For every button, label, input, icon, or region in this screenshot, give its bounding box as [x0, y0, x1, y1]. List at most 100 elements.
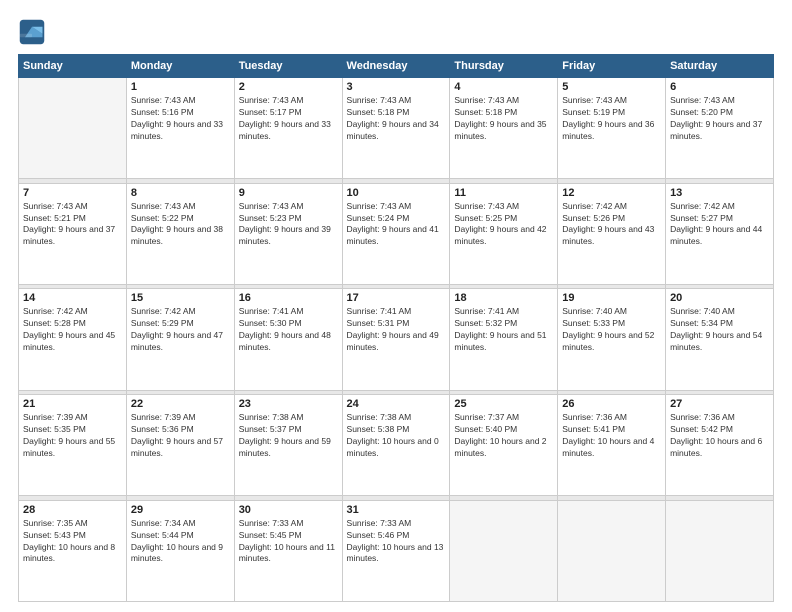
day-cell: 22 Sunrise: 7:39 AMSunset: 5:36 PMDayligh…: [126, 395, 234, 496]
day-number: 10: [347, 187, 446, 199]
calendar: SundayMondayTuesdayWednesdayThursdayFrid…: [18, 54, 774, 602]
day-number: 14: [23, 292, 122, 304]
weekday-header-thursday: Thursday: [450, 55, 558, 78]
day-info: Sunrise: 7:39 AMSunset: 5:36 PMDaylight:…: [131, 412, 230, 460]
day-cell: [666, 500, 774, 601]
day-info: Sunrise: 7:43 AMSunset: 5:18 PMDaylight:…: [347, 95, 446, 143]
day-cell: 24 Sunrise: 7:38 AMSunset: 5:38 PMDayligh…: [342, 395, 450, 496]
day-cell: 21Sunrise: 7:39 AMSunset: 5:35 PMDayligh…: [19, 395, 127, 496]
day-info: Sunrise: 7:40 AMSunset: 5:33 PMDaylight:…: [562, 306, 661, 354]
day-info: Sunrise: 7:42 AMSunset: 5:27 PMDaylight:…: [670, 201, 769, 249]
day-cell: 3 Sunrise: 7:43 AMSunset: 5:18 PMDaylight…: [342, 78, 450, 179]
day-info: Sunrise: 7:37 AMSunset: 5:40 PMDaylight:…: [454, 412, 553, 460]
day-cell: 2 Sunrise: 7:43 AMSunset: 5:17 PMDaylight…: [234, 78, 342, 179]
day-info: Sunrise: 7:33 AMSunset: 5:45 PMDaylight:…: [239, 518, 338, 566]
day-number: 27: [670, 398, 769, 410]
day-info: Sunrise: 7:35 AMSunset: 5:43 PMDaylight:…: [23, 518, 122, 566]
day-info: Sunrise: 7:41 AMSunset: 5:32 PMDaylight:…: [454, 306, 553, 354]
day-info: Sunrise: 7:43 AMSunset: 5:18 PMDaylight:…: [454, 95, 553, 143]
weekday-header-monday: Monday: [126, 55, 234, 78]
day-cell: 11 Sunrise: 7:43 AMSunset: 5:25 PMDayligh…: [450, 183, 558, 284]
day-info: Sunrise: 7:43 AMSunset: 5:25 PMDaylight:…: [454, 201, 553, 249]
day-number: 2: [239, 81, 338, 93]
day-info: Sunrise: 7:43 AMSunset: 5:24 PMDaylight:…: [347, 201, 446, 249]
weekday-header-row: SundayMondayTuesdayWednesdayThursdayFrid…: [19, 55, 774, 78]
day-cell: 31 Sunrise: 7:33 AMSunset: 5:46 PMDayligh…: [342, 500, 450, 601]
logo-icon: [18, 18, 46, 46]
day-cell: 17 Sunrise: 7:41 AMSunset: 5:31 PMDayligh…: [342, 289, 450, 390]
day-info: Sunrise: 7:34 AMSunset: 5:44 PMDaylight:…: [131, 518, 230, 566]
weekday-header-wednesday: Wednesday: [342, 55, 450, 78]
day-number: 26: [562, 398, 661, 410]
day-cell: 12Sunrise: 7:42 AMSunset: 5:26 PMDayligh…: [558, 183, 666, 284]
day-cell: 15 Sunrise: 7:42 AMSunset: 5:29 PMDayligh…: [126, 289, 234, 390]
week-row-1: 7 Sunrise: 7:43 AMSunset: 5:21 PMDaylight…: [19, 183, 774, 284]
day-cell: 13Sunrise: 7:42 AMSunset: 5:27 PMDayligh…: [666, 183, 774, 284]
day-info: Sunrise: 7:43 AMSunset: 5:17 PMDaylight:…: [239, 95, 338, 143]
day-number: 28: [23, 504, 122, 516]
day-info: Sunrise: 7:43 AMSunset: 5:16 PMDaylight:…: [131, 95, 230, 143]
day-number: 4: [454, 81, 553, 93]
day-info: Sunrise: 7:42 AMSunset: 5:29 PMDaylight:…: [131, 306, 230, 354]
day-info: Sunrise: 7:36 AMSunset: 5:42 PMDaylight:…: [670, 412, 769, 460]
day-number: 31: [347, 504, 446, 516]
weekday-header-sunday: Sunday: [19, 55, 127, 78]
weekday-header-saturday: Saturday: [666, 55, 774, 78]
day-number: 5: [562, 81, 661, 93]
week-row-3: 21Sunrise: 7:39 AMSunset: 5:35 PMDayligh…: [19, 395, 774, 496]
day-number: 29: [131, 504, 230, 516]
day-info: Sunrise: 7:41 AMSunset: 5:31 PMDaylight:…: [347, 306, 446, 354]
day-info: Sunrise: 7:42 AMSunset: 5:28 PMDaylight:…: [23, 306, 122, 354]
day-number: 30: [239, 504, 338, 516]
day-cell: 20 Sunrise: 7:40 AMSunset: 5:34 PMDayligh…: [666, 289, 774, 390]
day-number: 11: [454, 187, 553, 199]
day-cell: 26Sunrise: 7:36 AMSunset: 5:41 PMDayligh…: [558, 395, 666, 496]
day-cell: 1 Sunrise: 7:43 AMSunset: 5:16 PMDaylight…: [126, 78, 234, 179]
day-cell: 27 Sunrise: 7:36 AMSunset: 5:42 PMDayligh…: [666, 395, 774, 496]
week-row-0: 1 Sunrise: 7:43 AMSunset: 5:16 PMDaylight…: [19, 78, 774, 179]
day-number: 7: [23, 187, 122, 199]
day-info: Sunrise: 7:43 AMSunset: 5:21 PMDaylight:…: [23, 201, 122, 249]
day-cell: 8 Sunrise: 7:43 AMSunset: 5:22 PMDaylight…: [126, 183, 234, 284]
day-number: 22: [131, 398, 230, 410]
day-info: Sunrise: 7:33 AMSunset: 5:46 PMDaylight:…: [347, 518, 446, 566]
day-cell: [450, 500, 558, 601]
day-number: 20: [670, 292, 769, 304]
week-row-4: 28 Sunrise: 7:35 AMSunset: 5:43 PMDayligh…: [19, 500, 774, 601]
day-cell: 14 Sunrise: 7:42 AMSunset: 5:28 PMDayligh…: [19, 289, 127, 390]
day-cell: 25Sunrise: 7:37 AMSunset: 5:40 PMDayligh…: [450, 395, 558, 496]
weekday-header-tuesday: Tuesday: [234, 55, 342, 78]
day-cell: 10 Sunrise: 7:43 AMSunset: 5:24 PMDayligh…: [342, 183, 450, 284]
day-cell: 23 Sunrise: 7:38 AMSunset: 5:37 PMDayligh…: [234, 395, 342, 496]
day-info: Sunrise: 7:38 AMSunset: 5:38 PMDaylight:…: [347, 412, 446, 460]
day-cell: 7 Sunrise: 7:43 AMSunset: 5:21 PMDaylight…: [19, 183, 127, 284]
day-info: Sunrise: 7:43 AMSunset: 5:23 PMDaylight:…: [239, 201, 338, 249]
day-info: Sunrise: 7:39 AMSunset: 5:35 PMDaylight:…: [23, 412, 122, 460]
day-cell: 4 Sunrise: 7:43 AMSunset: 5:18 PMDaylight…: [450, 78, 558, 179]
day-info: Sunrise: 7:43 AMSunset: 5:22 PMDaylight:…: [131, 201, 230, 249]
day-info: Sunrise: 7:43 AMSunset: 5:20 PMDaylight:…: [670, 95, 769, 143]
day-cell: 9 Sunrise: 7:43 AMSunset: 5:23 PMDaylight…: [234, 183, 342, 284]
day-number: 1: [131, 81, 230, 93]
day-info: Sunrise: 7:43 AMSunset: 5:19 PMDaylight:…: [562, 95, 661, 143]
day-cell: [558, 500, 666, 601]
day-number: 9: [239, 187, 338, 199]
day-cell: [19, 78, 127, 179]
day-number: 23: [239, 398, 338, 410]
day-cell: 6Sunrise: 7:43 AMSunset: 5:20 PMDaylight…: [666, 78, 774, 179]
day-cell: 30 Sunrise: 7:33 AMSunset: 5:45 PMDayligh…: [234, 500, 342, 601]
day-number: 18: [454, 292, 553, 304]
day-number: 16: [239, 292, 338, 304]
day-number: 8: [131, 187, 230, 199]
page: SundayMondayTuesdayWednesdayThursdayFrid…: [0, 0, 792, 612]
day-number: 12: [562, 187, 661, 199]
day-number: 15: [131, 292, 230, 304]
header: [18, 18, 774, 46]
day-cell: 19Sunrise: 7:40 AMSunset: 5:33 PMDayligh…: [558, 289, 666, 390]
day-number: 17: [347, 292, 446, 304]
day-cell: 18 Sunrise: 7:41 AMSunset: 5:32 PMDayligh…: [450, 289, 558, 390]
day-number: 24: [347, 398, 446, 410]
day-info: Sunrise: 7:40 AMSunset: 5:34 PMDaylight:…: [670, 306, 769, 354]
day-info: Sunrise: 7:38 AMSunset: 5:37 PMDaylight:…: [239, 412, 338, 460]
day-number: 3: [347, 81, 446, 93]
